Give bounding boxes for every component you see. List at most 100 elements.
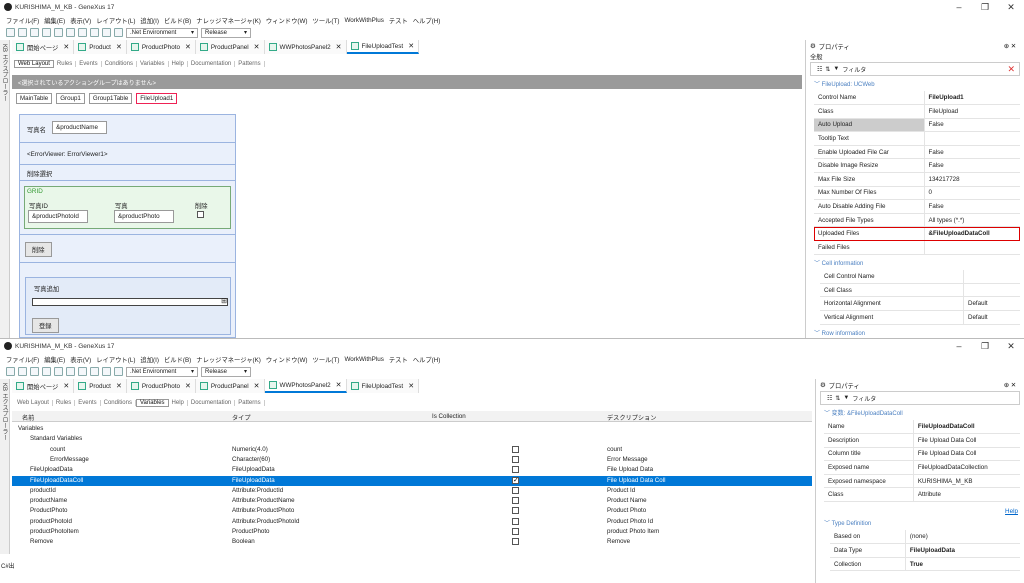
property-value[interactable]: &FileUploadDataColl [924,226,1020,242]
redo-icon[interactable] [90,367,99,376]
document-tab[interactable]: 開始ページ ✕ [12,379,75,393]
new-icon[interactable] [6,28,15,37]
kb-explorer-strip[interactable]: KB エクスプローラー [0,379,10,554]
property-value[interactable]: False [924,145,1020,160]
column-header[interactable]: タイプ [232,413,251,422]
kb-explorer-strip[interactable]: KB エクスプローラー [0,40,10,338]
menu-item[interactable]: ナレッジマネージャ(K) [196,355,261,364]
document-tab[interactable]: ProductPanel ✕ [195,379,265,393]
file-upload-control[interactable]: ⊞ [32,298,228,306]
copy-icon[interactable] [54,28,63,37]
variable-row[interactable]: Variables [12,424,812,434]
new-icon[interactable] [6,367,15,376]
property-row[interactable]: Auto Disable Adding File False [814,199,1020,214]
property-value[interactable]: KURISHIMA_M_KB [913,474,1020,489]
subtab[interactable]: Patterns [235,60,265,67]
subtab[interactable]: Documentation [188,399,236,406]
property-row[interactable]: Cell Control Name [820,269,1020,284]
property-row[interactable]: Collection True [830,557,1020,572]
menu-item[interactable]: ナレッジマネージャ(K) [196,16,261,25]
property-row[interactable]: Enable Uploaded File Car False [814,145,1020,160]
photo-field[interactable]: &productPhoto [114,210,174,223]
breadcrumb-item[interactable]: MainTable [16,93,53,104]
run-icon[interactable] [114,367,123,376]
property-value[interactable]: Default [963,310,1020,325]
close-tab-icon[interactable]: ✕ [408,382,414,390]
subtab[interactable]: Events [76,60,102,67]
menu-item[interactable]: WorkWithPlus [344,17,383,24]
subtab[interactable]: Events [75,399,101,406]
pin-icon[interactable]: ⊕ ✕ [1004,43,1016,50]
column-header[interactable]: デスクリプション [607,413,657,422]
property-value[interactable]: FileUploadDataColl [913,420,1020,435]
variable-row[interactable]: ProductPhoto Attribute:ProductPhoto Produc… [12,506,812,516]
property-value[interactable] [924,131,1020,146]
subtab[interactable]: Conditions [102,60,137,67]
photo-id-field[interactable]: &productPhotoId [28,210,88,223]
document-tab[interactable]: Product ✕ [74,40,127,54]
subtab[interactable]: Variables [137,60,169,67]
variable-row[interactable]: productName Attribute:ProductName Product … [12,496,812,506]
document-tab[interactable]: ProductPhoto ✕ [126,379,196,393]
save-all-icon[interactable] [30,28,39,37]
close-tab-icon[interactable]: ✕ [185,43,191,51]
delete-checkbox[interactable] [197,211,204,218]
property-row[interactable]: Name FileUploadDataColl [824,420,1020,435]
column-header[interactable]: Is Collection [432,413,466,420]
environment-select[interactable]: .Net Environment ▾ [126,366,198,377]
close-button[interactable]: ✕ [998,341,1024,352]
minimize-button[interactable]: – [946,341,972,352]
is-collection-checkbox[interactable] [512,538,519,546]
build-icon[interactable] [102,28,111,37]
subtab[interactable]: Variables [135,398,169,407]
document-tab[interactable]: 開始ページ ✕ [12,40,75,54]
menu-item[interactable]: WorkWithPlus [344,356,383,363]
property-row[interactable]: Data Type FileUploadData [830,543,1020,558]
property-row[interactable]: Auto Upload False [814,118,1020,133]
filter-icon[interactable]: ▼ [833,66,839,72]
help-link[interactable]: Help [1005,508,1018,515]
is-collection-checkbox[interactable] [512,497,519,505]
copy-icon[interactable] [54,367,63,376]
close-tab-icon[interactable]: ✕ [63,382,69,390]
column-header[interactable]: 名前 [22,413,34,422]
property-row[interactable]: Class FileUpload [814,104,1020,119]
menu-item[interactable]: ウィンドウ(W) [266,355,308,364]
document-tab[interactable]: WWPhotosPanel2 ✕ [264,40,347,54]
subtab[interactable]: Rules [53,399,76,406]
is-collection-checkbox[interactable] [512,445,519,453]
categorized-icon[interactable]: ☷ [827,395,832,402]
menu-item[interactable]: テスト [389,16,408,25]
is-collection-checkbox[interactable] [512,476,519,484]
pin-icon[interactable]: ⊕ ✕ [1004,382,1016,389]
close-tab-icon[interactable]: ✕ [336,43,342,51]
property-value[interactable]: False [924,118,1020,133]
save-icon[interactable] [18,367,27,376]
menu-item[interactable]: 追加(I) [140,355,159,364]
menu-item[interactable]: 表示(V) [70,355,91,364]
cut-icon[interactable] [42,28,51,37]
undo-icon[interactable] [78,28,87,37]
clear-filter-icon[interactable]: ✕ [1007,64,1015,75]
subtab[interactable]: Documentation [188,60,236,67]
menu-item[interactable]: ファイル(F) [6,355,39,364]
property-row[interactable]: Accepted File Types All types (*.*) [814,213,1020,228]
variable-row[interactable]: productId Attribute:ProductId Product Id [12,486,812,496]
property-value[interactable]: 0 [924,186,1020,201]
property-value[interactable]: FileUpload1 [924,91,1020,106]
property-row[interactable]: Max File Size 134217728 [814,172,1020,187]
variable-row[interactable]: FileUploadDataColl FileUploadData File Upl… [12,475,812,486]
close-tab-icon[interactable]: ✕ [254,43,260,51]
close-tab-icon[interactable]: ✕ [254,382,260,390]
is-collection-checkbox[interactable] [512,486,519,494]
subtab[interactable]: Web Layout [14,399,53,406]
configuration-select[interactable]: Release ▾ [201,366,251,377]
menu-item[interactable]: ビルド(B) [164,355,191,364]
close-button[interactable]: ✕ [998,2,1024,13]
property-value[interactable]: FileUploadData [905,543,1020,558]
document-tab[interactable]: Product ✕ [74,379,127,393]
breadcrumb-item[interactable]: Group1Table [88,93,133,104]
is-collection-checkbox[interactable] [512,466,519,474]
save-all-icon[interactable] [30,367,39,376]
breadcrumb-item[interactable]: Group1 [56,93,85,104]
